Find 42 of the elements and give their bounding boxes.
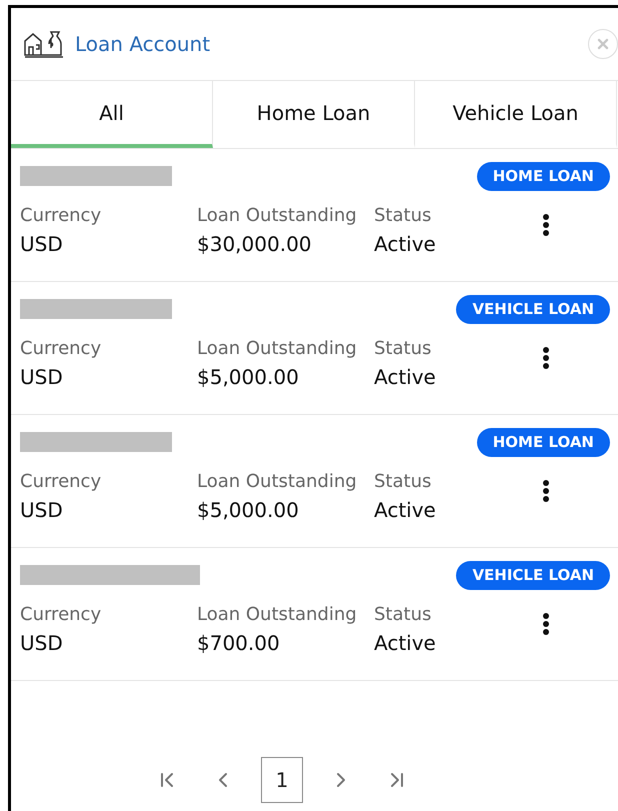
- field-value: $5,000.00: [197, 364, 300, 390]
- field-label: Currency: [20, 602, 102, 626]
- field-label: Status: [374, 336, 432, 360]
- loan-type-badge: HOME LOAN: [476, 428, 610, 456]
- more-icon: [542, 612, 550, 636]
- more-button[interactable]: [542, 346, 550, 370]
- more-button[interactable]: [542, 612, 550, 636]
- field-value: USD: [20, 496, 64, 524]
- field-value: $30,000.00: [197, 230, 313, 258]
- page-button[interactable]: 1: [261, 757, 303, 803]
- field-value: USD: [20, 230, 64, 258]
- field-value: USD: [20, 630, 64, 656]
- field-label: Loan Outstanding: [197, 204, 358, 228]
- close-icon: [595, 36, 611, 52]
- loan-type-badge: VEHICLE LOAN: [456, 561, 610, 590]
- field-label: Currency: [20, 204, 102, 228]
- window-title: Loan Account: [75, 31, 210, 58]
- field-label: Currency: [20, 470, 102, 494]
- more-button[interactable]: [542, 478, 550, 502]
- field-label: Status: [374, 470, 432, 494]
- field-value: USD: [20, 364, 64, 390]
- more-button[interactable]: [542, 212, 550, 236]
- more-icon: [542, 478, 550, 502]
- field-value: Active: [374, 630, 437, 656]
- field-label: Loan Outstanding: [197, 336, 358, 360]
- field-label: Loan Outstanding: [197, 602, 358, 626]
- field-value: Active: [374, 364, 437, 390]
- loan-type-badge: VEHICLE LOAN: [456, 295, 610, 324]
- field-value: Active: [374, 230, 437, 258]
- field-value: $5,000.00: [197, 496, 300, 524]
- field-label: Status: [374, 602, 432, 626]
- field-value: Active: [374, 496, 437, 524]
- field-label: Status: [374, 204, 432, 228]
- tab[interactable]: Home Loan: [213, 81, 415, 148]
- more-icon: [542, 346, 550, 370]
- loan-type-badge: HOME LOAN: [476, 162, 610, 190]
- more-icon: [542, 212, 550, 236]
- field-label: Currency: [20, 336, 102, 360]
- tab[interactable]: Vehicle Loan: [415, 81, 617, 148]
- field-value: $700.00: [197, 630, 281, 656]
- tab[interactable]: All: [11, 81, 213, 148]
- field-label: Loan Outstanding: [197, 470, 358, 494]
